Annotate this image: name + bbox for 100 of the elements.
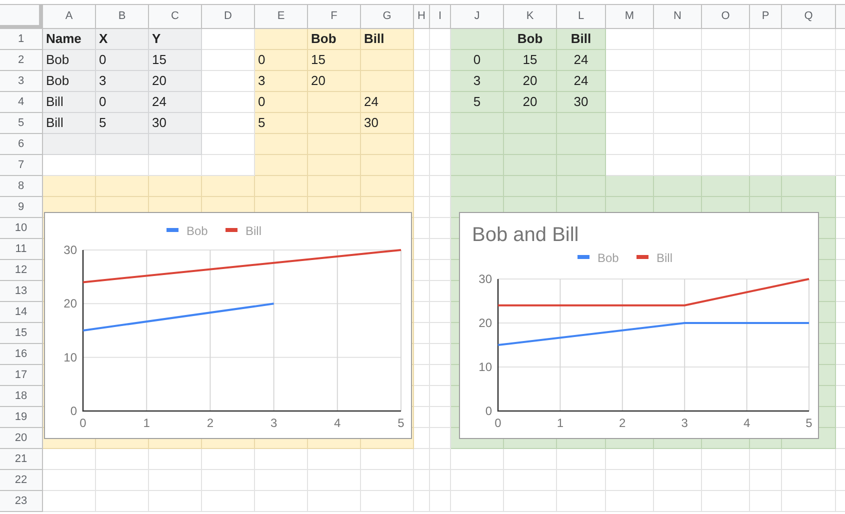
legend-label: Bob <box>598 251 620 265</box>
row-header[interactable]: 21 <box>0 449 43 470</box>
column-header[interactable]: M <box>606 5 654 29</box>
table-cell: 24 <box>149 92 202 113</box>
table-cell: 30 <box>557 92 606 113</box>
column-header[interactable]: E <box>255 5 308 29</box>
table-cell: 15 <box>504 50 557 71</box>
table-cell: 0 <box>255 50 308 71</box>
table-cell: 15 <box>149 50 202 71</box>
table-cell: 30 <box>149 113 202 134</box>
row-header[interactable]: 20 <box>0 428 43 449</box>
table-cell: 5 <box>451 92 504 113</box>
axis-tick-label: 20 <box>64 296 77 311</box>
table-cell: 0 <box>96 92 149 113</box>
table-cell: Bill <box>557 29 606 50</box>
row-header[interactable]: 10 <box>0 218 43 239</box>
table-cell: Name <box>43 29 96 50</box>
column-header[interactable]: F <box>308 5 361 29</box>
table-cell: Bob <box>43 71 96 92</box>
row-header[interactable]: 1 <box>0 29 43 50</box>
chart-title: Bob and Bill <box>472 224 579 246</box>
table-cell: 0 <box>255 92 308 113</box>
axis-tick-label: 3 <box>681 416 688 430</box>
axis-tick-label: 5 <box>398 416 404 430</box>
row-header[interactable]: 23 <box>0 491 43 512</box>
table-cell: 5 <box>255 113 308 134</box>
axis-tick-label: 30 <box>64 243 77 257</box>
column-header[interactable]: P <box>750 5 782 29</box>
table-cell: 0 <box>451 50 504 71</box>
legend-label: Bill <box>656 251 673 265</box>
column-header[interactable]: N <box>654 5 702 29</box>
row-header[interactable]: 18 <box>0 386 43 407</box>
row-header[interactable]: 8 <box>0 176 43 197</box>
table-cell: 20 <box>504 92 557 113</box>
row-header[interactable]: 13 <box>0 281 43 302</box>
column-header[interactable]: K <box>504 5 557 29</box>
table-cell: 24 <box>557 50 606 71</box>
column-header[interactable]: L <box>557 5 606 29</box>
row-header[interactable]: 14 <box>0 302 43 323</box>
axis-tick-label: 30 <box>478 272 492 286</box>
row-header[interactable]: 16 <box>0 344 43 365</box>
table-cell: 5 <box>96 113 149 134</box>
table-cell: 3 <box>255 71 308 92</box>
table-cell: 3 <box>96 71 149 92</box>
axis-tick-label: 10 <box>64 350 77 364</box>
table-cell: 20 <box>308 71 361 92</box>
axis-tick-label: 2 <box>619 416 626 430</box>
table-cell: X <box>96 29 149 50</box>
row-header[interactable]: 3 <box>0 71 43 92</box>
row-header[interactable]: 11 <box>0 239 43 260</box>
axis-tick-label: 0 <box>494 416 502 430</box>
row-header[interactable]: 5 <box>0 113 43 134</box>
row-header[interactable]: 4 <box>0 92 43 113</box>
column-header[interactable]: O <box>702 5 750 29</box>
row-header[interactable]: 7 <box>0 155 43 176</box>
row-header[interactable]: 9 <box>0 197 43 218</box>
table-cell: 24 <box>361 92 414 113</box>
axis-tick-label: 2 <box>206 416 214 430</box>
column-header[interactable]: I <box>430 5 451 29</box>
table-cell: 0 <box>96 50 149 71</box>
column-header[interactable]: G <box>361 5 414 29</box>
table-cell: Bill <box>43 113 96 134</box>
column-header[interactable]: A <box>43 5 96 29</box>
legend-label: Bill <box>246 224 262 238</box>
table-cell: 3 <box>451 71 504 92</box>
table-cell: 20 <box>504 71 557 92</box>
column-header[interactable]: D <box>202 5 255 29</box>
axis-tick-label: 10 <box>478 360 492 374</box>
column-header[interactable]: C <box>149 5 202 29</box>
table-cell: 20 <box>149 71 202 92</box>
table-cell: Bob <box>43 50 96 71</box>
row-header[interactable]: 22 <box>0 470 43 491</box>
table-cell: Bill <box>43 92 96 113</box>
table-cell: 30 <box>361 113 414 134</box>
row-header[interactable]: 19 <box>0 407 43 428</box>
row-header[interactable]: 2 <box>0 50 43 71</box>
axis-tick-label: 0 <box>485 404 492 418</box>
table-cell: Bill <box>361 29 414 50</box>
row-header[interactable]: 17 <box>0 365 43 386</box>
axis-tick-label: 1 <box>556 416 564 430</box>
axis-tick-label: 20 <box>478 316 492 330</box>
axis-tick-label: 0 <box>80 416 86 430</box>
table-cell: 15 <box>308 50 361 71</box>
column-header[interactable]: J <box>451 5 504 29</box>
axis-tick-label: 3 <box>270 416 278 430</box>
axis-tick-label: 0 <box>70 404 77 418</box>
table-cell: Bob <box>504 29 557 50</box>
column-header[interactable]: B <box>96 5 149 29</box>
column-header[interactable]: Q <box>782 5 836 29</box>
row-header[interactable]: 6 <box>0 134 43 155</box>
axis-tick-label: 1 <box>143 416 150 430</box>
table-cell: 24 <box>557 71 606 92</box>
table-cell: Bob <box>308 29 361 50</box>
legend-label: Bob <box>186 224 208 238</box>
axis-tick-label: 4 <box>743 416 750 430</box>
select-all-corner[interactable] <box>0 5 43 29</box>
axis-tick-label: 5 <box>806 416 812 430</box>
row-header[interactable]: 12 <box>0 260 43 281</box>
row-header[interactable]: 15 <box>0 323 43 344</box>
column-header[interactable]: H <box>414 5 430 29</box>
